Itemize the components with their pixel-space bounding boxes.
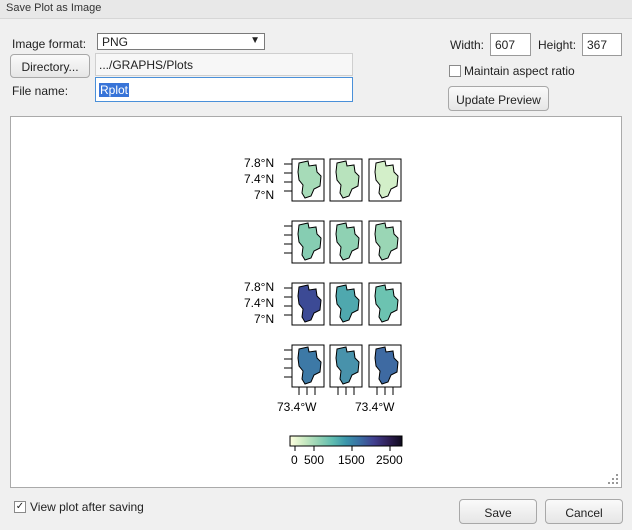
image-format-value: PNG (102, 35, 129, 49)
title-bar: Save Plot as Image (0, 0, 632, 19)
y-tick-label: 7°N (254, 188, 274, 202)
maintain-aspect-checkbox[interactable] (449, 65, 461, 77)
x-axis-ticks (298, 387, 394, 395)
update-preview-button[interactable]: Update Preview (448, 86, 549, 111)
view-after-saving-label: View plot after saving (30, 500, 144, 514)
y-tick-label: 7.4°N (244, 172, 274, 186)
file-name-label: File name: (12, 84, 69, 98)
x-tick-label: 73.4°W (355, 400, 395, 414)
height-label: Height: (538, 38, 577, 52)
y-tick-label: 7.8°N (244, 156, 274, 170)
chevron-down-icon: ▼ (250, 35, 260, 46)
directory-path-text: .../GRAPHS/Plots (99, 58, 194, 72)
height-input[interactable]: 367 (582, 33, 622, 56)
y-tick-label: 7°N (254, 312, 274, 326)
x-tick-label: 73.4°W (277, 400, 317, 414)
y-tick-label: 7.8°N (244, 280, 274, 294)
window-title: Save Plot as Image (6, 2, 102, 14)
map-row-2 (291, 220, 402, 264)
map-row-1 (291, 158, 402, 202)
plot-preview: 7.8°N 7.4°N 7°N 7.8°N 7.4°N 7°N 73.4°W 7… (10, 116, 622, 488)
width-label: Width: (450, 38, 485, 52)
colorbar-ticks (294, 446, 391, 451)
map-row-3 (291, 282, 402, 326)
file-name-value: Rplot (99, 83, 130, 97)
cancel-button[interactable]: Cancel (545, 499, 623, 524)
colorbar-tick-label: 500 (304, 453, 324, 467)
colorbar-tick-label: 2500 (376, 453, 403, 467)
image-format-select[interactable]: PNG ▼ (97, 33, 265, 50)
image-format-label: Image format: (12, 37, 87, 51)
colorbar-tick-label: 1500 (338, 453, 365, 467)
directory-button[interactable]: Directory... (10, 54, 90, 78)
y-tick-label: 7.4°N (244, 296, 274, 310)
save-button[interactable]: Save (459, 499, 537, 524)
directory-path: .../GRAPHS/Plots (95, 53, 353, 76)
colorbar (289, 435, 403, 447)
width-input[interactable]: 607 (490, 33, 531, 56)
resize-grip-icon[interactable] (605, 471, 619, 485)
view-after-saving-checkbox[interactable]: ✓ (14, 501, 26, 513)
map-row-4 (291, 344, 402, 388)
y-axis-ticks (284, 163, 292, 378)
checkmark-icon: ✓ (15, 501, 25, 512)
colorbar-tick-label: 0 (291, 453, 298, 467)
map-panel-figure: 7.8°N 7.4°N 7°N 7.8°N 7.4°N 7°N 73.4°W 7… (244, 156, 403, 467)
file-name-input[interactable]: Rplot (95, 77, 353, 102)
maintain-aspect-label: Maintain aspect ratio (464, 64, 575, 78)
